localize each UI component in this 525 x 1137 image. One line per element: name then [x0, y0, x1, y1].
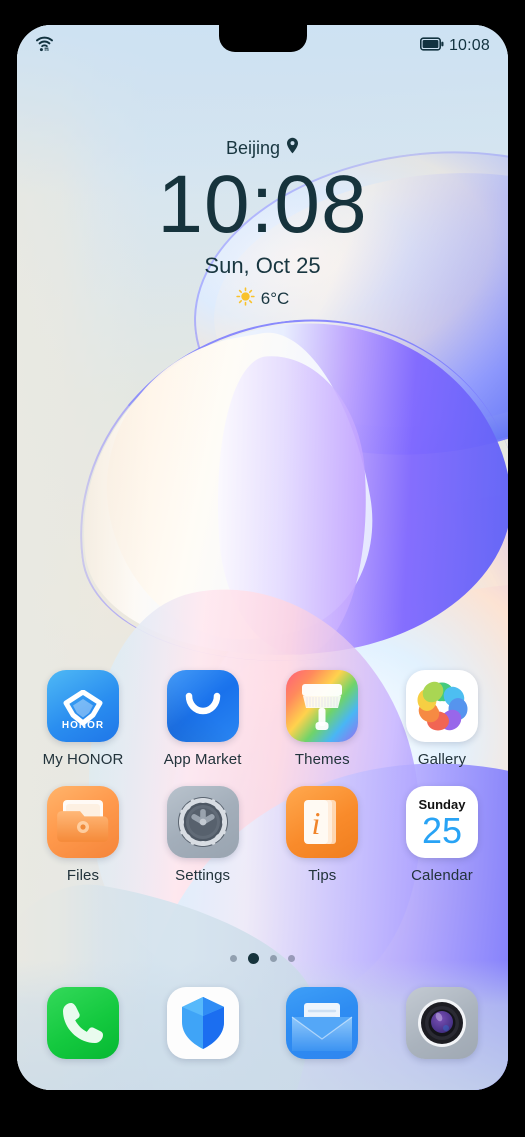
status-bar-clock: 10:08 [448, 37, 490, 54]
app-label: App Market [163, 751, 242, 768]
app-market-icon[interactable] [166, 670, 239, 742]
status-bar-right: 10:08 [419, 36, 490, 56]
dock-app-phone[interactable] [35, 987, 131, 1059]
calendar-day-number: 25 [421, 810, 462, 851]
app-label: Calendar [411, 867, 473, 884]
app-my-honor[interactable]: HONOR My HONOR [35, 670, 131, 768]
phone-device: 10:08 Beijing 10:08 Sun, Oct 25 6°C HONO… [0, 0, 525, 1137]
location-pin-icon [286, 137, 299, 159]
settings-gear-icon[interactable] [166, 786, 239, 858]
app-label: Tips [308, 867, 337, 884]
city-label: Beijing [225, 137, 281, 158]
widget-city-row: Beijing [226, 137, 299, 159]
page-dot-4[interactable] [288, 955, 295, 962]
widget-weather: 6°C [236, 287, 290, 311]
phone-handset-icon[interactable] [47, 987, 119, 1059]
app-tips[interactable]: i Tips [274, 786, 370, 884]
wifi-icon [35, 35, 54, 57]
app-label: Gallery [417, 751, 467, 768]
shield-icon[interactable] [166, 987, 239, 1059]
page-indicator[interactable] [17, 953, 508, 964]
calendar-icon[interactable]: Sunday 25 [405, 786, 478, 858]
dock-app-camera[interactable] [394, 987, 490, 1059]
app-settings[interactable]: Settings [155, 786, 251, 884]
page-dot-3[interactable] [270, 955, 277, 962]
app-grid: HONOR My HONOR App Market Themes Gallery… [17, 670, 508, 902]
home-screen: 10:08 Beijing 10:08 Sun, Oct 25 6°C HONO… [17, 25, 508, 1090]
clock-weather-widget[interactable]: Beijing 10:08 Sun, Oct 25 6°C [17, 137, 508, 311]
widget-date: Sun, Oct 25 [204, 253, 321, 279]
sun-icon [236, 287, 255, 311]
app-themes[interactable]: Themes [274, 670, 370, 768]
widget-time: 10:08 [157, 159, 368, 250]
page-dot-1[interactable] [230, 955, 237, 962]
app-label: Settings [175, 867, 231, 884]
app-row-1: HONOR My HONOR App Market Themes Gallery [35, 670, 490, 768]
dock-app-security[interactable] [155, 987, 251, 1059]
app-files[interactable]: Files [35, 786, 131, 884]
app-label: Themes [294, 751, 350, 768]
camera-notch [218, 25, 307, 52]
dock-app-email[interactable] [274, 987, 370, 1059]
honor-wordmark: HONOR [61, 720, 105, 731]
svg-text:i: i [312, 805, 321, 841]
page-dot-2-active[interactable] [248, 953, 259, 964]
app-app-market[interactable]: App Market [155, 670, 251, 768]
app-calendar[interactable]: Sunday 25 Calendar [394, 786, 490, 884]
dock [17, 987, 508, 1059]
files-folder-icon[interactable] [47, 786, 119, 858]
gallery-flower-icon[interactable] [405, 670, 478, 742]
battery-full-icon [419, 36, 444, 56]
temperature-label: 6°C [260, 289, 290, 309]
tips-info-book-icon[interactable]: i [286, 786, 359, 858]
camera-lens-icon[interactable] [405, 987, 478, 1059]
app-gallery[interactable]: Gallery [394, 670, 490, 768]
themes-brush-icon[interactable] [286, 670, 359, 742]
app-label: My HONOR [42, 751, 124, 768]
envelope-icon[interactable] [286, 987, 359, 1059]
app-row-2: Files Settings i Tips Sunday 25 Calendar [35, 786, 490, 884]
app-label: Files [66, 867, 100, 884]
honor-icon[interactable]: HONOR [47, 670, 119, 742]
status-bar-left [35, 35, 54, 57]
